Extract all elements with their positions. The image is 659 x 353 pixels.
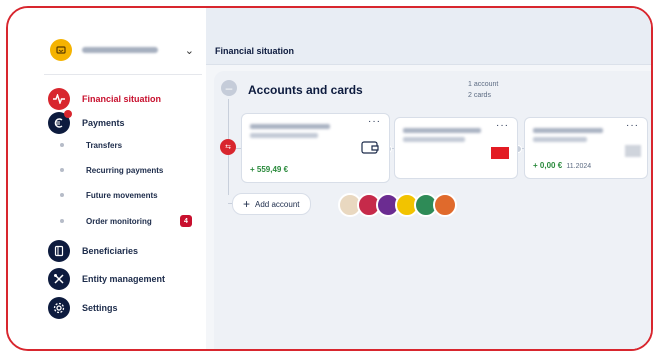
page-title: Financial situation xyxy=(215,46,295,56)
sidebar-item-payments[interactable]: Payments xyxy=(48,110,125,134)
add-account-row: + Add account xyxy=(232,193,311,215)
partner-logos xyxy=(338,193,457,217)
card-item[interactable]: ··· + 0,00 € 11.2024 xyxy=(524,117,648,179)
notification-dot xyxy=(64,110,72,118)
sidebar-subitem-label: Order monitoring xyxy=(86,216,152,226)
account-card[interactable]: ··· + 559,49 € xyxy=(241,113,390,183)
more-options-icon[interactable]: ··· xyxy=(626,120,639,131)
sidebar-subitem-recurring-payments[interactable]: Recurring payments xyxy=(60,163,163,177)
card-balance: + 0,00 € 11.2024 xyxy=(533,161,591,170)
card-title-redacted xyxy=(403,128,481,133)
more-options-icon[interactable]: ··· xyxy=(368,116,381,127)
account-balance: + 559,49 € xyxy=(250,165,289,174)
sidebar-subitem-order-monitoring[interactable]: Order monitoring xyxy=(60,214,152,228)
more-options-icon[interactable]: ··· xyxy=(496,120,509,131)
gear-icon xyxy=(48,297,70,319)
card-count: 2 cards xyxy=(468,92,491,99)
plus-icon: + xyxy=(243,197,251,211)
sidebar-item-label: Entity management xyxy=(82,274,166,284)
sidebar-subitem-label: Recurring payments xyxy=(86,165,164,175)
card-balance-amount: + 0,00 € xyxy=(533,161,563,170)
euro-icon xyxy=(48,110,72,134)
card-number-redacted xyxy=(403,137,465,142)
sidebar-item-label: Payments xyxy=(82,118,125,128)
card-number-redacted xyxy=(533,137,587,142)
account-count: 1 account xyxy=(468,81,499,88)
sidebar-item-beneficiaries[interactable]: Beneficiaries xyxy=(48,240,138,262)
app-window: ⌄ Financial situation Payments Transfers… xyxy=(6,6,653,351)
bullet-icon xyxy=(60,168,64,172)
sidebar-item-label: Financial situation xyxy=(82,94,162,104)
bullet-icon xyxy=(60,193,64,197)
sidebar-item-financial-situation[interactable]: Financial situation xyxy=(48,88,161,110)
card-image-icon xyxy=(625,145,641,157)
accounts-panel: – Accounts and cards 1 account 2 cards ⇆… xyxy=(214,71,651,349)
add-account-button[interactable]: + Add account xyxy=(232,193,311,215)
main-content: Financial situation – Accounts and cards… xyxy=(206,8,651,349)
tools-icon xyxy=(48,268,70,290)
sidebar-subitem-label: Transfers xyxy=(86,140,123,150)
add-account-label: Add account xyxy=(255,199,300,209)
sidebar-subitem-future-movements[interactable]: Future movements xyxy=(60,188,158,202)
entity-node-icon[interactable]: ⇆ xyxy=(220,139,236,155)
wallet-icon xyxy=(361,141,379,154)
bullet-icon xyxy=(60,143,64,147)
account-avatar-icon xyxy=(50,39,72,61)
account-selector[interactable]: ⌄ xyxy=(50,38,200,62)
card-date: 11.2024 xyxy=(566,163,592,170)
phonebook-icon xyxy=(48,240,70,262)
sidebar-subitem-label: Future movements xyxy=(86,190,158,200)
card-item[interactable]: ··· xyxy=(394,117,518,179)
collapse-button[interactable]: – xyxy=(221,80,237,96)
sidebar-subitem-transfers[interactable]: Transfers xyxy=(60,138,122,152)
order-count-badge: 4 xyxy=(180,215,192,227)
sidebar-item-label: Settings xyxy=(82,303,118,313)
panel-title: Accounts and cards xyxy=(248,83,363,97)
sidebar-item-entity-management[interactable]: Entity management xyxy=(48,268,165,290)
account-counts: 1 account 2 cards xyxy=(468,79,498,101)
sidebar: ⌄ Financial situation Payments Transfers… xyxy=(8,8,206,349)
sidebar-item-label: Beneficiaries xyxy=(82,246,139,256)
page-header: Financial situation xyxy=(206,8,651,65)
card-title-redacted xyxy=(533,128,603,133)
partner-logo xyxy=(433,193,457,217)
bullet-icon xyxy=(60,219,64,223)
pulse-icon xyxy=(48,88,70,110)
account-title-redacted xyxy=(250,124,330,129)
account-number-redacted xyxy=(250,133,318,138)
account-name-redacted xyxy=(82,47,158,53)
chevron-down-icon[interactable]: ⌄ xyxy=(185,44,194,57)
sidebar-divider xyxy=(44,74,202,75)
card-image-icon xyxy=(491,147,509,159)
sidebar-item-settings[interactable]: Settings xyxy=(48,297,118,319)
